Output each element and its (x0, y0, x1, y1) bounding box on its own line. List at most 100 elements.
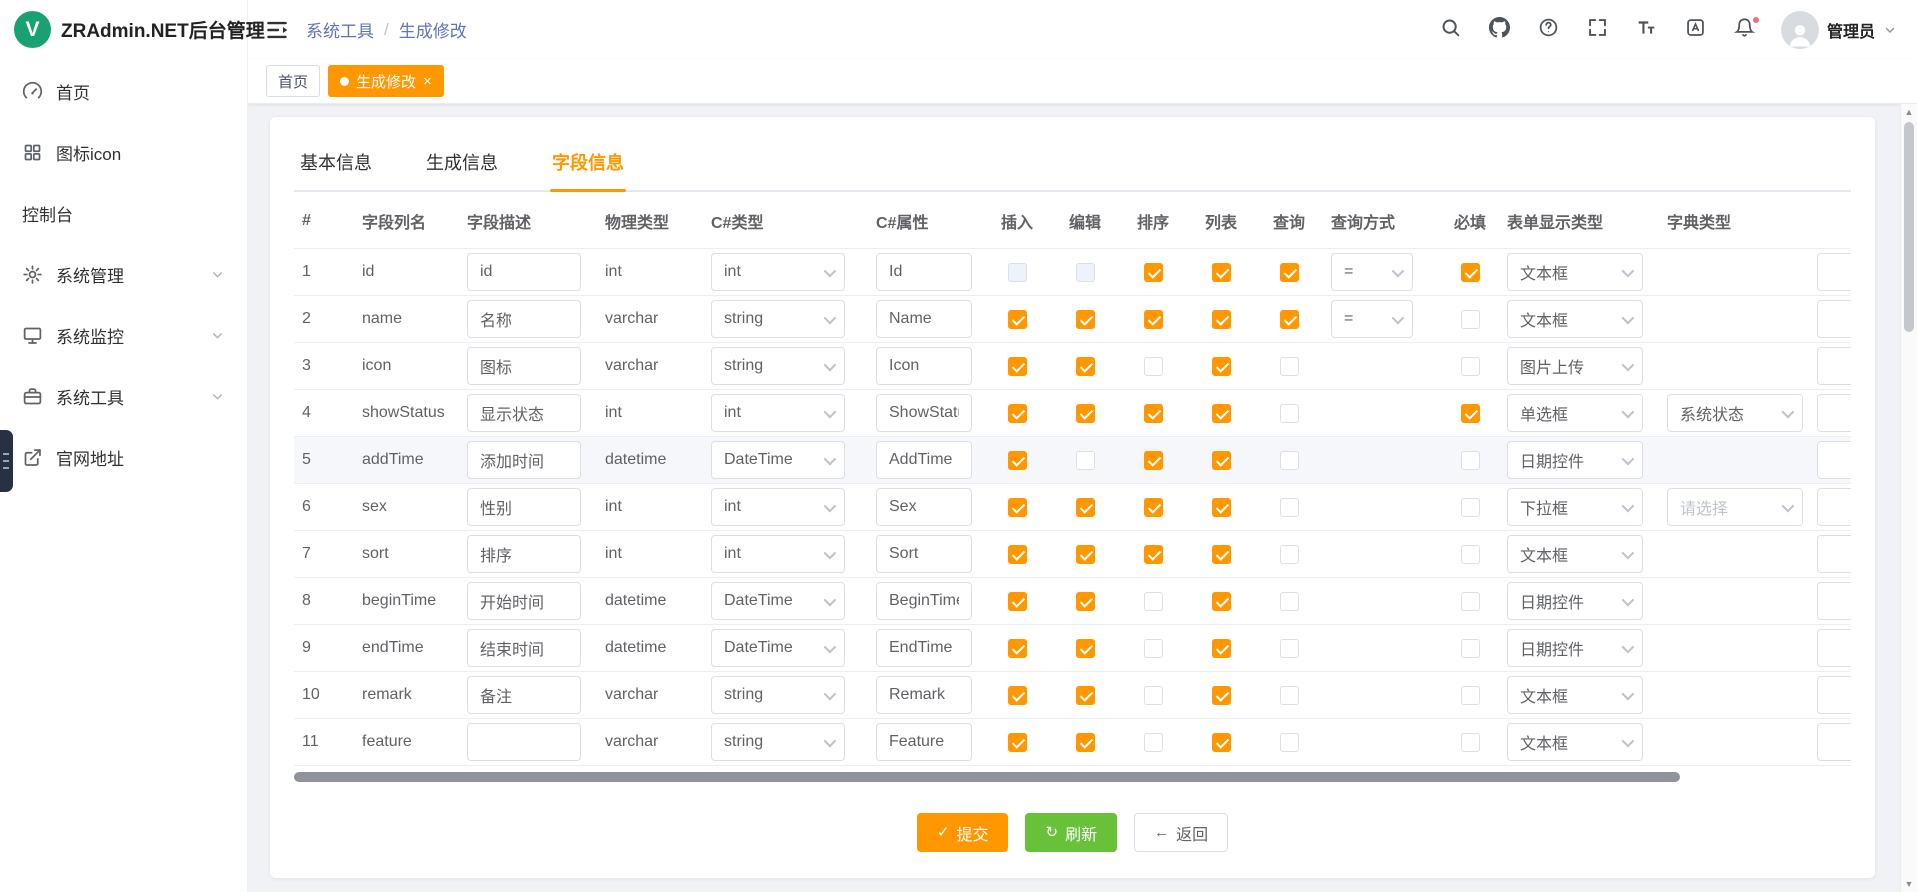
cs-prop-input[interactable] (876, 300, 972, 338)
cs-prop-input[interactable] (876, 723, 972, 761)
extra-input[interactable] (1817, 253, 1851, 291)
sort-checkbox[interactable] (1144, 310, 1163, 329)
required-checkbox[interactable] (1461, 451, 1480, 470)
required-checkbox[interactable] (1461, 357, 1480, 376)
extra-input[interactable] (1817, 629, 1851, 667)
sort-checkbox[interactable] (1144, 404, 1163, 423)
required-checkbox[interactable] (1461, 310, 1480, 329)
sidebar-item-首页[interactable]: 首页 (0, 61, 247, 122)
cs-prop-input[interactable] (876, 676, 972, 714)
display-type-select[interactable]: 日期控件 (1507, 629, 1643, 667)
help-button[interactable] (1536, 17, 1562, 43)
sort-checkbox[interactable] (1144, 263, 1163, 282)
edit-checkbox[interactable] (1076, 357, 1095, 376)
insert-checkbox[interactable] (1008, 686, 1027, 705)
insert-checkbox[interactable] (1008, 498, 1027, 517)
insert-checkbox[interactable] (1008, 592, 1027, 611)
query-checkbox[interactable] (1280, 263, 1299, 282)
field-desc-input[interactable] (467, 629, 581, 667)
list-checkbox[interactable] (1212, 498, 1231, 517)
edit-checkbox[interactable] (1076, 310, 1095, 329)
sidebar-item-控制台[interactable]: 控制台 (0, 183, 247, 244)
field-desc-input[interactable] (467, 582, 581, 620)
query-checkbox[interactable] (1280, 545, 1299, 564)
tab-字段信息[interactable]: 字段信息 (550, 139, 626, 190)
fullscreen-button[interactable] (1585, 17, 1611, 43)
horizontal-scrollbar-thumb[interactable] (294, 772, 1680, 782)
back-button[interactable]: ← 返回 (1134, 813, 1228, 852)
insert-checkbox[interactable] (1008, 310, 1027, 329)
field-desc-input[interactable] (467, 676, 581, 714)
insert-checkbox[interactable] (1008, 733, 1027, 752)
cs-prop-input[interactable] (876, 488, 972, 526)
extra-input[interactable] (1817, 582, 1851, 620)
breadcrumb-parent[interactable]: 系统工具 (306, 17, 374, 42)
edit-checkbox[interactable] (1076, 498, 1095, 517)
edit-checkbox[interactable] (1076, 686, 1095, 705)
extra-input[interactable] (1817, 535, 1851, 573)
sort-checkbox[interactable] (1144, 545, 1163, 564)
cs-type-select[interactable]: string (711, 676, 845, 714)
extra-input[interactable] (1817, 300, 1851, 338)
font-size-button[interactable] (1634, 17, 1660, 43)
cs-prop-input[interactable] (876, 253, 972, 291)
theme-drawer-handle[interactable] (0, 430, 13, 492)
display-type-select[interactable]: 文本框 (1507, 253, 1643, 291)
query-checkbox[interactable] (1280, 592, 1299, 611)
required-checkbox[interactable] (1461, 639, 1480, 658)
edit-checkbox[interactable] (1076, 451, 1095, 470)
github-button[interactable] (1487, 17, 1513, 43)
query-checkbox[interactable] (1280, 686, 1299, 705)
display-type-select[interactable]: 日期控件 (1507, 582, 1643, 620)
query-checkbox[interactable] (1280, 639, 1299, 658)
display-type-select[interactable]: 单选框 (1507, 394, 1643, 432)
display-type-select[interactable]: 文本框 (1507, 723, 1643, 761)
list-checkbox[interactable] (1212, 592, 1231, 611)
field-desc-input[interactable] (467, 723, 581, 761)
insert-checkbox[interactable] (1008, 639, 1027, 658)
required-checkbox[interactable] (1461, 545, 1480, 564)
field-desc-input[interactable] (467, 253, 581, 291)
display-type-select[interactable]: 文本框 (1507, 535, 1643, 573)
vertical-scrollbar-thumb[interactable] (1904, 122, 1914, 332)
query-checkbox[interactable] (1280, 357, 1299, 376)
extra-input[interactable] (1817, 723, 1851, 761)
submit-button[interactable]: ✓ 提交 (917, 813, 1009, 852)
insert-checkbox[interactable] (1008, 451, 1027, 470)
cs-prop-input[interactable] (876, 394, 972, 432)
extra-input[interactable] (1817, 347, 1851, 385)
field-desc-input[interactable] (467, 300, 581, 338)
sort-checkbox[interactable] (1144, 686, 1163, 705)
search-button[interactable] (1438, 17, 1464, 43)
required-checkbox[interactable] (1461, 404, 1480, 423)
required-checkbox[interactable] (1461, 498, 1480, 517)
cs-prop-input[interactable] (876, 347, 972, 385)
insert-checkbox[interactable] (1008, 404, 1027, 423)
display-type-select[interactable]: 日期控件 (1507, 441, 1643, 479)
cs-prop-input[interactable] (876, 582, 972, 620)
sidebar-item-系统工具[interactable]: 系统工具 (0, 366, 247, 427)
query-mode-select[interactable]: = (1331, 253, 1413, 291)
list-checkbox[interactable] (1212, 686, 1231, 705)
cs-type-select[interactable]: int (711, 394, 845, 432)
edit-checkbox[interactable] (1076, 592, 1095, 611)
display-type-select[interactable]: 下拉框 (1507, 488, 1643, 526)
field-desc-input[interactable] (467, 441, 581, 479)
language-button[interactable] (1683, 17, 1709, 43)
cs-type-select[interactable]: DateTime (711, 441, 845, 479)
collapse-menu-icon[interactable] (264, 17, 290, 43)
dict-type-select[interactable]: 请选择 (1667, 488, 1803, 526)
edit-checkbox[interactable] (1076, 404, 1095, 423)
query-checkbox[interactable] (1280, 404, 1299, 423)
sidebar-item-系统管理[interactable]: 系统管理 (0, 244, 247, 305)
list-checkbox[interactable] (1212, 451, 1231, 470)
field-desc-input[interactable] (467, 535, 581, 573)
tag-生成修改[interactable]: 生成修改× (328, 65, 444, 97)
query-mode-select[interactable]: = (1331, 300, 1413, 338)
field-desc-input[interactable] (467, 394, 581, 432)
required-checkbox[interactable] (1461, 592, 1480, 611)
cs-type-select[interactable]: int (711, 535, 845, 573)
query-checkbox[interactable] (1280, 733, 1299, 752)
sort-checkbox[interactable] (1144, 451, 1163, 470)
dict-type-select[interactable]: 系统状态 (1667, 394, 1803, 432)
